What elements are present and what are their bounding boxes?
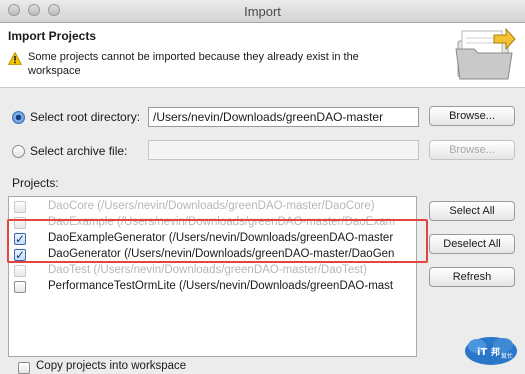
project-label: DaoTest (/Users/nevin/Downloads/greenDAO…	[48, 264, 367, 276]
svg-text:iT: iT	[477, 347, 487, 358]
browse-root-button[interactable]: Browse...	[429, 106, 515, 126]
warning-message: Some projects cannot be imported because…	[28, 51, 359, 77]
archive-file-field[interactable]	[148, 140, 419, 160]
project-checkbox	[14, 201, 26, 213]
project-checkbox	[14, 265, 26, 277]
svg-text:邦: 邦	[491, 346, 500, 358]
highlight-box	[7, 219, 428, 263]
svg-text:幫忙: 幫忙	[501, 352, 513, 360]
deselect-all-button[interactable]: Deselect All	[429, 234, 515, 254]
root-directory-label: Select root directory:	[30, 110, 141, 124]
copy-projects-label: Copy projects into workspace	[36, 360, 187, 372]
browse-archive-button[interactable]: Browse...	[429, 140, 515, 160]
refresh-button[interactable]: Refresh	[429, 267, 515, 287]
project-row-daocore: DaoCore (/Users/nevin/Downloads/greenDAO…	[9, 199, 416, 215]
copy-projects-checkbox[interactable]	[18, 362, 30, 374]
header-banner: Import Projects Some projects cannot be …	[0, 23, 525, 88]
window-title: Import	[244, 4, 281, 19]
root-directory-field[interactable]: /Users/nevin/Downloads/greenDAO-master	[148, 107, 419, 127]
watermark-logo: iT 邦 幫忙	[465, 337, 517, 365]
project-row-daotest: DaoTest (/Users/nevin/Downloads/greenDAO…	[9, 263, 416, 279]
page-title: Import Projects	[8, 29, 97, 43]
import-folder-icon	[455, 27, 516, 80]
select-all-button[interactable]: Select All	[429, 201, 515, 221]
warning-icon	[8, 52, 22, 65]
project-checkbox[interactable]	[14, 281, 26, 293]
archive-file-radio[interactable]	[12, 145, 25, 158]
project-label: DaoCore (/Users/nevin/Downloads/greenDAO…	[48, 200, 375, 212]
title-bar: Import	[0, 0, 525, 23]
archive-file-label: Select archive file:	[30, 144, 128, 158]
project-row-performancetestormlite[interactable]: PerformanceTestOrmLite (/Users/nevin/Dow…	[9, 279, 416, 295]
projects-label: Projects:	[12, 176, 59, 190]
root-directory-radio[interactable]	[12, 111, 25, 124]
project-label: PerformanceTestOrmLite (/Users/nevin/Dow…	[48, 280, 394, 292]
